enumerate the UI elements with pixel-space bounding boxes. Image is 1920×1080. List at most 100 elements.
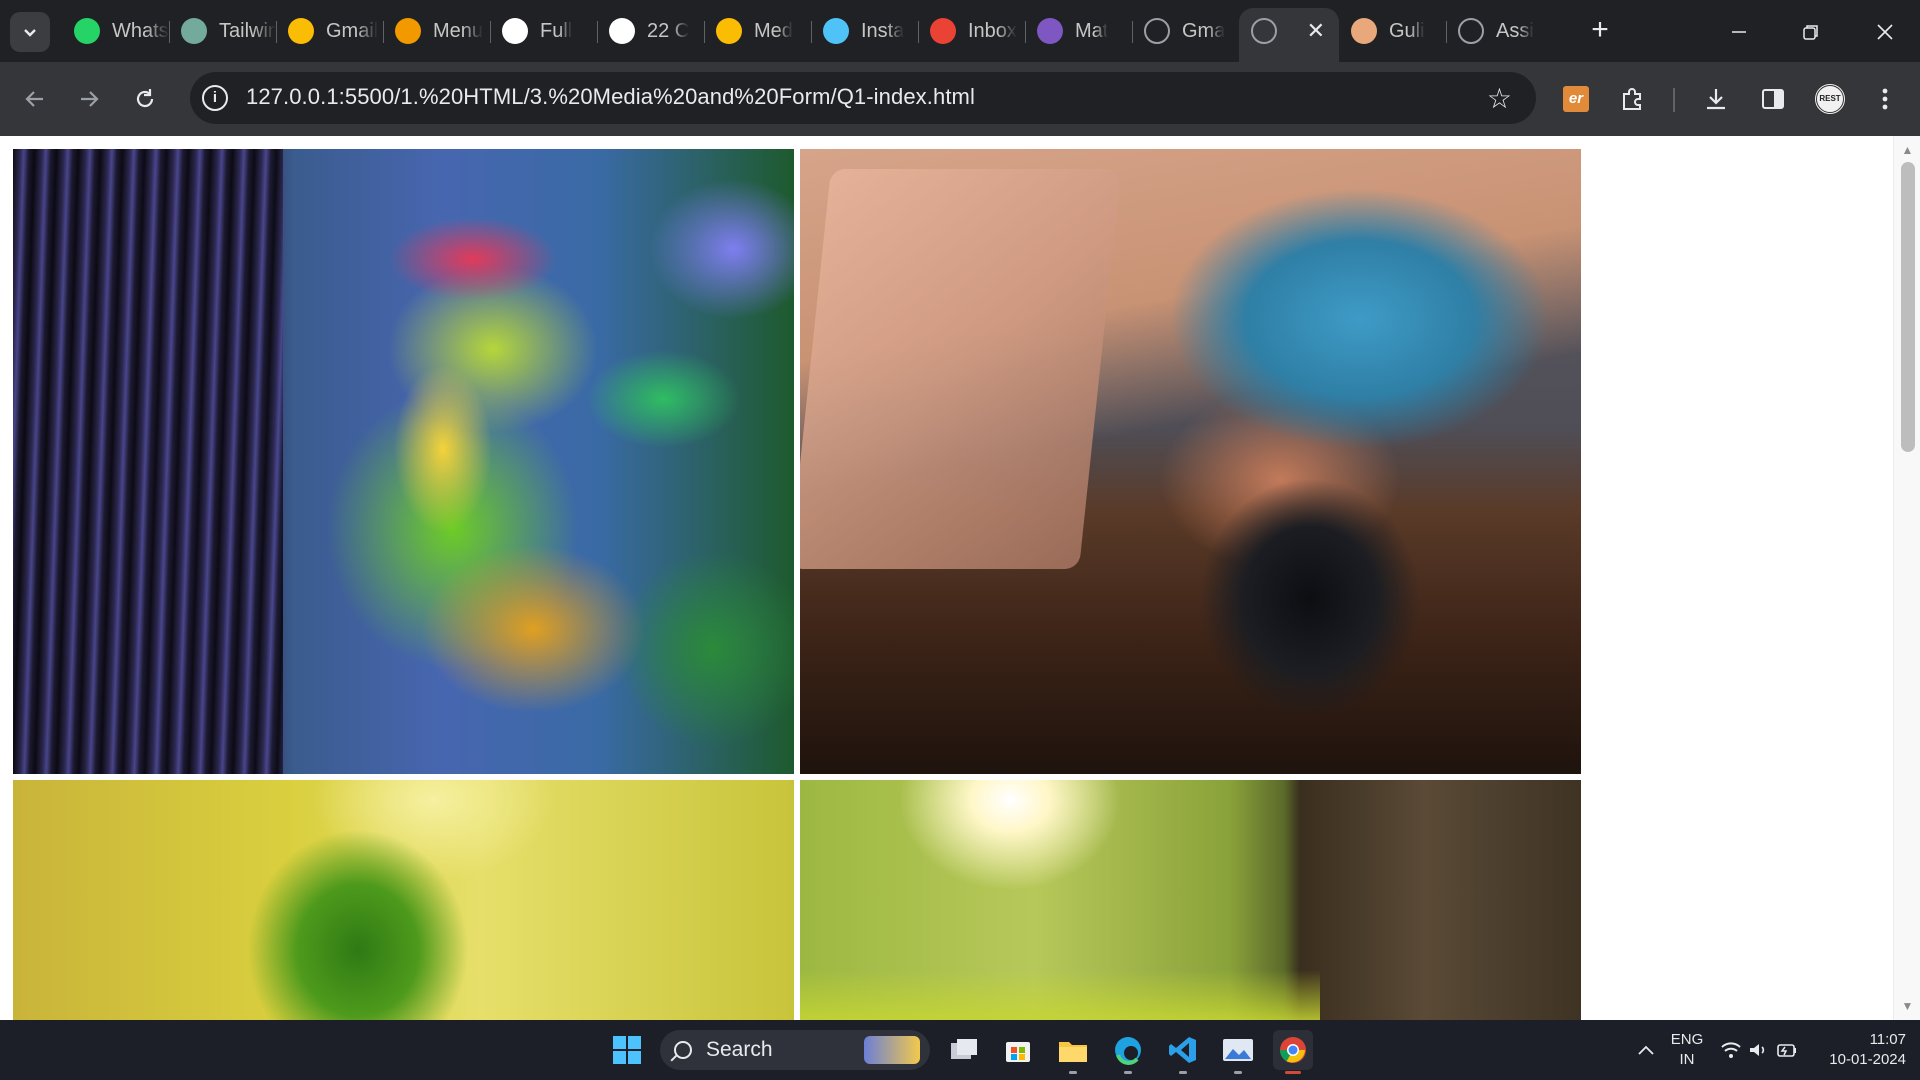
language-indicator[interactable]: ENG IN [1664,1030,1710,1070]
browser-tab[interactable]: Guli [1339,8,1446,54]
avatar: REST [1814,83,1846,115]
tab-label: Gmail [326,19,379,42]
download-icon [1707,89,1725,110]
browser-tab[interactable]: Menu [383,8,490,54]
taskbar-search-label: Search [706,1038,773,1061]
downloads-button[interactable] [1697,80,1735,118]
running-indicator [1179,1071,1187,1074]
browser-tab[interactable]: Insta [811,8,918,54]
browser-tab[interactable]: Med [704,8,811,54]
browser-tab[interactable]: Gmail [276,8,383,54]
site-info-icon[interactable]: i [202,85,228,111]
restore-button[interactable] [1788,12,1834,52]
taskbar-search[interactable]: Search [660,1030,930,1070]
extension-er-badge: er [1563,86,1589,112]
vscode-icon [1169,1037,1196,1063]
arrow-right-icon [81,91,99,107]
browser-tab[interactable]: Mat [1025,8,1132,54]
browser-tab[interactable]: Assi [1446,8,1553,54]
minimize-icon [1732,31,1746,33]
address-bar[interactable]: i 127.0.0.1:5500/1.%20HTML/3.%20Media%20… [190,72,1536,124]
task-view-button[interactable] [944,1030,984,1070]
new-tab-button[interactable]: + [1584,14,1616,48]
language-primary: ENG [1670,1031,1704,1048]
edge-icon [1115,1037,1141,1065]
browser-tab[interactable]: Full [490,8,597,54]
grass-ground [800,970,1320,1020]
tab-label: Inbox [968,19,1017,42]
tab-label: Insta [861,19,905,42]
arrow-left-icon [25,91,43,107]
scroll-up-arrow-icon[interactable]: ▲ [1894,140,1920,160]
show-hidden-icons-button[interactable] [1626,1030,1666,1070]
extension-er-button[interactable]: er [1557,80,1595,118]
wifi-icon [1721,1042,1741,1058]
browser-tab[interactable]: Tailwind [169,8,276,54]
browser-tab[interactable]: 22 C [597,8,704,54]
browser-tab[interactable]: Gma [1132,8,1239,54]
windows-logo-icon [613,1036,641,1064]
tab-list: WhatsApp Tailwind Gmail Menu Full 22 C Med Inst… [62,8,1553,62]
brand-logo-icon [1037,18,1063,44]
back-button[interactable] [16,80,54,118]
toolbar-divider [1673,88,1675,112]
system-tray-status[interactable] [1716,1030,1802,1070]
laptop-shape [800,169,1122,569]
clock-date: 10-01-2024 [1829,1051,1906,1068]
tab-label: Mat [1075,19,1109,42]
page-viewport: ▲ ▼ [0,136,1920,1020]
extensions-button[interactable] [1614,80,1652,118]
photos-icon [1223,1039,1253,1061]
running-indicator [1124,1071,1132,1074]
side-panel-button[interactable] [1754,80,1792,118]
photos-app-button[interactable] [1218,1030,1258,1074]
close-tab-icon[interactable]: ✕ [1307,18,1325,44]
globe-icon [1458,18,1484,44]
battery-icon [1777,1044,1796,1057]
restore-icon [1803,25,1818,40]
vscode-button[interactable] [1163,1030,1203,1074]
forward-button[interactable] [70,80,108,118]
close-window-button[interactable] [1862,12,1908,52]
search-icon [674,1041,692,1059]
chrome-button[interactable] [1273,1030,1313,1074]
chrome-icon [1279,1037,1306,1063]
scrollbar-thumb[interactable] [1901,162,1915,452]
tab-active[interactable]: ✕ [1239,8,1339,62]
gmail-icon [930,18,956,44]
reload-button[interactable] [126,80,164,118]
vertical-scrollbar[interactable]: ▲ ▼ [1893,136,1920,1020]
close-icon [1877,24,1893,40]
browser-tab[interactable]: Inbox [918,8,1025,54]
side-panel-icon [1762,89,1784,109]
search-highlight-icon [864,1036,920,1064]
google-drive-icon [716,18,742,44]
photo-sunlit-forest [800,780,1581,1020]
microsoft-store-button[interactable] [998,1030,1038,1070]
profile-button[interactable]: REST [1811,80,1849,118]
task-view-icon [951,1039,977,1059]
tab-label: Guli [1389,19,1425,42]
edge-button[interactable] [1108,1030,1148,1074]
tab-strip: WhatsApp Tailwind Gmail Menu Full 22 C Med Inst… [0,0,1920,62]
bookmark-star-icon[interactable]: ☆ [1487,82,1512,115]
more-vertical-icon [1882,88,1888,110]
tab-search-button[interactable] [10,12,50,52]
clock-time: 11:07 [1869,1031,1906,1048]
url-text[interactable]: 127.0.0.1:5500/1.%20HTML/3.%20Media%20an… [246,84,975,110]
start-button[interactable] [607,1030,647,1070]
wave-icon [823,18,849,44]
minimize-button[interactable] [1716,12,1762,52]
language-secondary: IN [1679,1051,1695,1068]
tab-label: Assi [1496,19,1534,42]
browser-tab[interactable]: WhatsApp [62,8,169,54]
scroll-down-arrow-icon[interactable]: ▼ [1894,996,1920,1016]
photo-green-tree [13,780,794,1020]
file-explorer-button[interactable] [1053,1030,1093,1074]
chevron-down-icon [24,29,36,37]
clock[interactable]: 11:07 10-01-2024 [1816,1030,1906,1070]
avatar-icon [1351,18,1377,44]
menu-button[interactable] [1866,80,1904,118]
google-drive-icon [288,18,314,44]
volume-icon [1750,1044,1765,1056]
